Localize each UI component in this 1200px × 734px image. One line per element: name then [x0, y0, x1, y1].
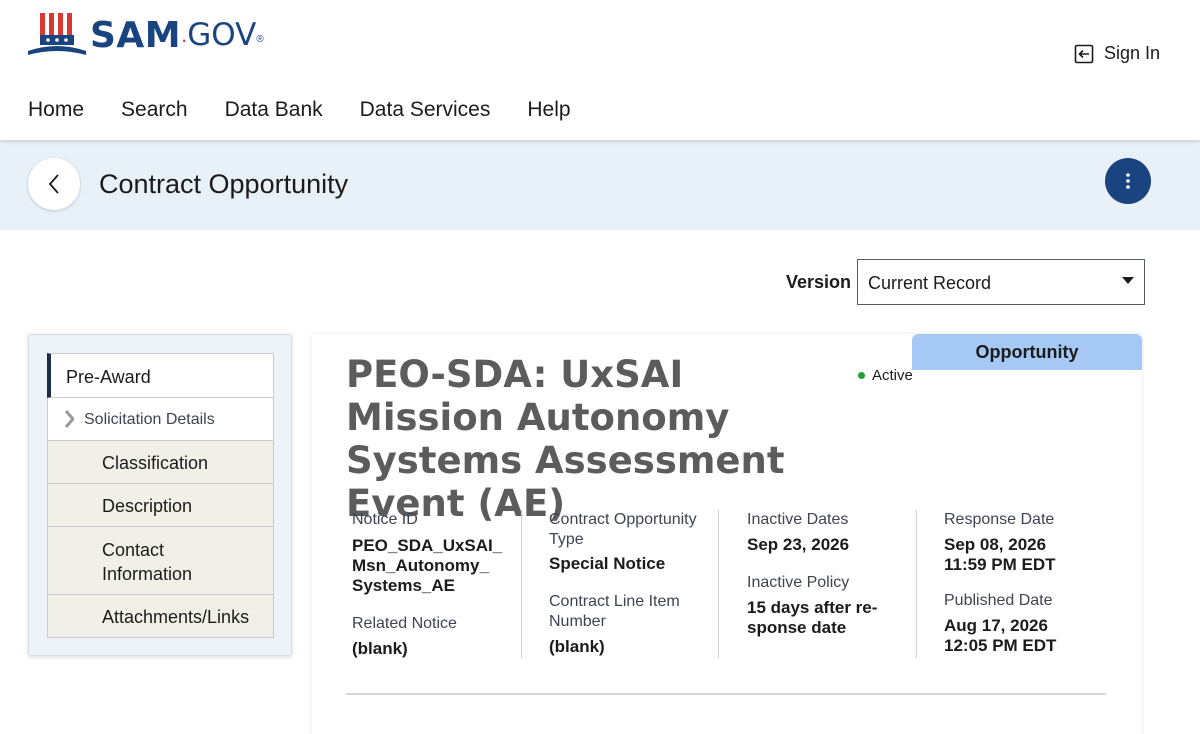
- nav-data-services[interactable]: Data Services: [360, 98, 491, 122]
- notice-id-label: Notice ID: [352, 511, 418, 528]
- related-notice-label: Related Notice: [352, 615, 457, 632]
- version-select[interactable]: Current Record: [857, 259, 1145, 305]
- inactive-dates-value: Sep 23, 2026: [747, 535, 850, 554]
- sign-in-label: Sign In: [1103, 43, 1160, 63]
- version-selected-value: Current Record: [868, 273, 992, 293]
- line-item-label: Contract Line Item Number: [549, 593, 680, 630]
- sidenav-item-solicitation-details[interactable]: Solicitation Details: [47, 398, 274, 441]
- caret-down-icon: [1122, 277, 1134, 284]
- dates-column: Response Date Sep 08, 2026 11:59 PM EDT …: [944, 510, 1104, 656]
- status-badge: Active: [858, 367, 913, 384]
- version-label: Version: [786, 272, 852, 292]
- sidenav-item-label: Description: [102, 496, 193, 516]
- sidenav-item-contact-information[interactable]: Contact Information: [47, 527, 274, 595]
- logo-registered-mark: ®: [256, 33, 264, 45]
- inactive-column: Inactive Dates Sep 23, 2026 Inactive Pol…: [747, 510, 907, 638]
- actions-menu-button[interactable]: [1105, 158, 1151, 204]
- inactive-dates-label: Inactive Dates: [747, 511, 849, 528]
- sidenav-item-attachments-links[interactable]: Attachments/Links: [47, 595, 274, 638]
- sidenav-item-label: Contact Information: [102, 540, 193, 584]
- notice-id-column: Notice ID PEO_SDA_UxSAI_ Msn_Autonomy_ S…: [352, 510, 512, 659]
- primary-nav: Home Search Data Bank Data Services Help: [28, 98, 608, 122]
- opportunity-tab-label: Opportunity: [975, 342, 1079, 362]
- notice-id-value: PEO_SDA_UxSAI_ Msn_Autonomy_ Systems_AE: [352, 536, 503, 595]
- sign-in-icon: [1074, 44, 1094, 63]
- site-header: SAM. GOV ® Sign In Home Search Data Bank D…: [0, 0, 1200, 140]
- sidenav-item-label: Solicitation Details: [84, 411, 215, 428]
- side-navigation: Pre-Award Solicitation Details Classific…: [47, 353, 274, 638]
- nav-home[interactable]: Home: [28, 98, 84, 122]
- section-divider: [346, 693, 1106, 695]
- contract-type-column: Contract Opportunity Type Special Notice…: [549, 510, 709, 657]
- sidenav-item-pre-award[interactable]: Pre-Award: [47, 353, 274, 398]
- sidenav-item-label: Classification: [102, 453, 209, 473]
- opportunity-tab[interactable]: Opportunity: [912, 334, 1142, 370]
- nav-data-bank[interactable]: Data Bank: [225, 98, 323, 122]
- inactive-policy-label: Inactive Policy: [747, 574, 850, 591]
- contract-type-label: Contract Opportunity Type: [549, 511, 697, 548]
- published-date-label: Published Date: [944, 592, 1053, 609]
- page-title: Contract Opportunity: [99, 169, 349, 199]
- chevron-left-icon: [48, 174, 59, 194]
- sidenav-item-classification[interactable]: Classification: [47, 441, 274, 484]
- uncle-sam-hat-icon: [28, 13, 86, 55]
- kebab-menu-icon: [1126, 173, 1130, 189]
- sidenav-item-description[interactable]: Description: [47, 484, 274, 527]
- column-divider: [718, 510, 719, 658]
- page-title-band: Contract Opportunity: [0, 140, 1200, 230]
- column-divider: [521, 510, 522, 658]
- response-date-value: Sep 08, 2026 11:59 PM EDT: [944, 535, 1056, 574]
- notice-title: PEO-SDA: UxSAI Mission Autonomy Systems …: [346, 353, 785, 525]
- sidenav-item-label: Pre-Award: [66, 367, 151, 387]
- inactive-policy-value: 15 days after re- sponse date: [747, 598, 878, 637]
- sidenav-item-label: Attachments/Links: [102, 607, 250, 627]
- contract-type-value: Special Notice: [549, 554, 666, 573]
- published-date-value: Aug 17, 2026 12:05 PM EDT: [944, 616, 1057, 655]
- logo-brand-text: SAM: [90, 14, 182, 56]
- nav-search[interactable]: Search: [121, 98, 188, 122]
- status-dot-icon: [858, 372, 865, 379]
- response-date-label: Response Date: [944, 511, 1055, 528]
- line-item-value: (blank): [549, 637, 605, 656]
- status-label: Active: [872, 367, 913, 384]
- back-button[interactable]: [28, 158, 80, 210]
- logo-tld-text: GOV: [187, 17, 257, 53]
- sign-in-link[interactable]: Sign In: [1074, 43, 1160, 64]
- sam-gov-logo[interactable]: SAM. GOV ®: [26, 10, 264, 60]
- nav-help[interactable]: Help: [527, 98, 570, 122]
- side-navigation-card: Pre-Award Solicitation Details Classific…: [28, 334, 292, 656]
- column-divider: [916, 510, 917, 658]
- chevron-right-icon: [64, 410, 74, 428]
- related-notice-value: (blank): [352, 639, 408, 658]
